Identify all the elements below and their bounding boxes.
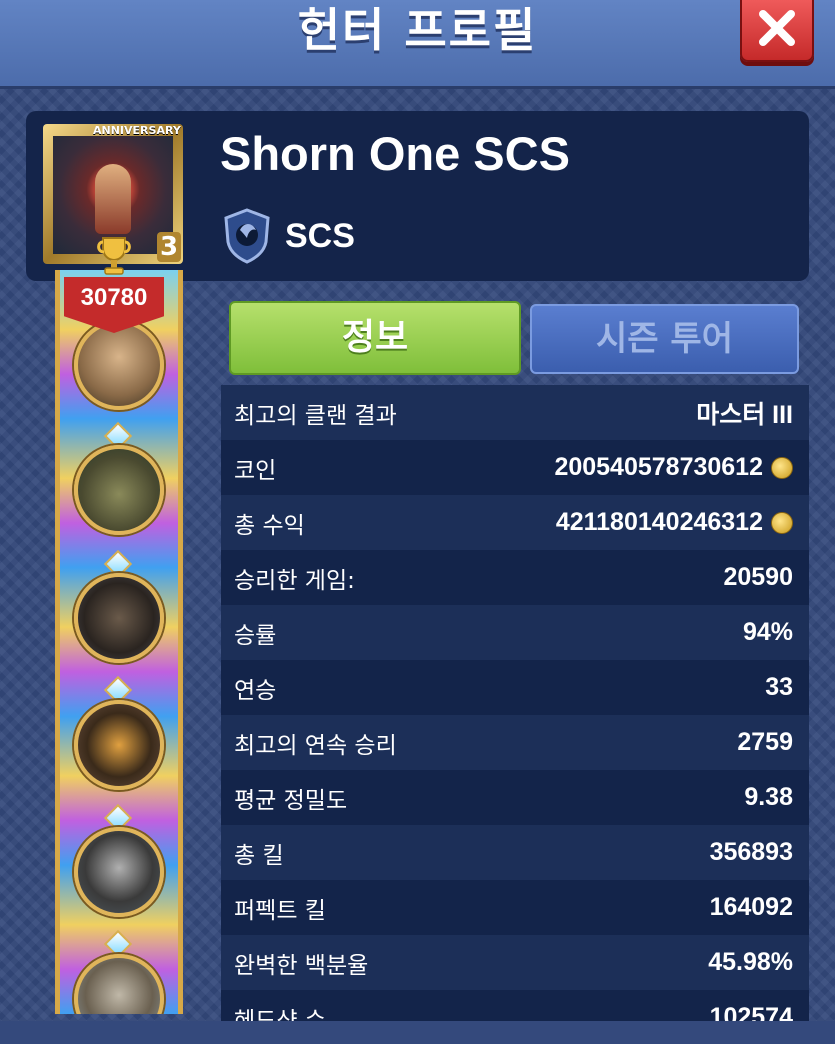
- tab-info[interactable]: 정보: [229, 301, 521, 375]
- muskox-medallion[interactable]: [74, 573, 164, 663]
- stat-value: 9.38: [744, 783, 793, 811]
- stat-label: 퍼펙트 킬: [234, 897, 326, 924]
- stat-row-perfect-percentage: 완벽한 백분율 45.98%: [221, 935, 809, 990]
- stat-row-win-streak: 연승 33: [221, 660, 809, 715]
- stat-label: 완벽한 백분율: [234, 952, 369, 979]
- tab-season-tour[interactable]: 시즌 투어: [530, 304, 799, 374]
- anniversary-label: ANNIVERSARY: [93, 124, 181, 137]
- stat-row-average-accuracy: 평균 정밀도 9.38: [221, 770, 809, 825]
- stat-label: 승리한 게임:: [234, 567, 355, 594]
- stat-label: 총 수익: [234, 512, 305, 539]
- lynx-medallion[interactable]: [74, 320, 164, 410]
- bottom-edge: [0, 1021, 835, 1044]
- stats-table[interactable]: 최고의 클랜 결과 마스터 III 코인 200540578730612 총 수…: [221, 385, 809, 1021]
- stat-label: 평균 정밀도: [234, 787, 348, 814]
- close-button[interactable]: [740, 0, 814, 62]
- trophy-icon: [97, 237, 131, 275]
- stat-value: 102574: [709, 1003, 793, 1021]
- mandrill-medallion[interactable]: [74, 827, 164, 917]
- crocodile-medallion[interactable]: [74, 445, 164, 535]
- stat-value: 200540578730612: [554, 453, 793, 482]
- stat-value: 356893: [709, 838, 793, 866]
- stat-row-coins: 코인 200540578730612: [221, 440, 809, 495]
- stat-row-best-clan-result: 최고의 클랜 결과 마스터 III: [221, 385, 809, 440]
- stat-value: 마스터 III: [696, 400, 793, 429]
- stat-label: 코인: [234, 457, 277, 484]
- stat-label: 최고의 클랜 결과: [234, 402, 397, 429]
- stat-label: 헤드샷 수: [234, 1007, 326, 1022]
- stat-label: 총 킬: [234, 842, 284, 869]
- stat-row-total-earnings: 총 수익 421180140246312: [221, 495, 809, 550]
- title-bar: 헌터 프로필: [0, 0, 835, 89]
- stat-row-headshots: 헤드샷 수 102574: [221, 990, 809, 1021]
- player-name: Shorn One SCS: [220, 127, 570, 180]
- stat-value: 33: [765, 673, 793, 701]
- stat-row-perfect-kills: 퍼펙트 킬 164092: [221, 880, 809, 935]
- animal-collection-strip[interactable]: [55, 270, 183, 1014]
- stat-row-win-rate: 승률 94%: [221, 605, 809, 660]
- coin-icon: [771, 456, 793, 479]
- clan-badge-icon[interactable]: [222, 208, 272, 264]
- clan-name: SCS: [285, 217, 355, 255]
- stat-value: 45.98%: [708, 948, 793, 976]
- coin-icon: [771, 511, 793, 534]
- stat-row-total-kills: 총 킬 356893: [221, 825, 809, 880]
- gila-monster-medallion[interactable]: [74, 700, 164, 790]
- stat-value: 94%: [742, 618, 793, 646]
- stat-label: 승률: [234, 622, 277, 649]
- stat-value: 20590: [723, 563, 793, 591]
- stat-label: 최고의 연속 승리: [234, 732, 397, 759]
- page-title: 헌터 프로필: [297, 3, 538, 57]
- emu-medallion[interactable]: [74, 954, 164, 1014]
- stat-value: 164092: [709, 893, 793, 921]
- stat-row-best-win-streak: 최고의 연속 승리 2759: [221, 715, 809, 770]
- stat-value: 2759: [737, 728, 793, 756]
- stat-row-games-won: 승리한 게임: 20590: [221, 550, 809, 605]
- trophy-count: 30780: [80, 284, 148, 311]
- stat-value: 421180140246312: [556, 508, 793, 537]
- avatar-figure: [95, 164, 131, 234]
- close-icon: [759, 10, 795, 46]
- anniversary-number: 3: [157, 232, 181, 262]
- stat-label: 연승: [234, 677, 277, 704]
